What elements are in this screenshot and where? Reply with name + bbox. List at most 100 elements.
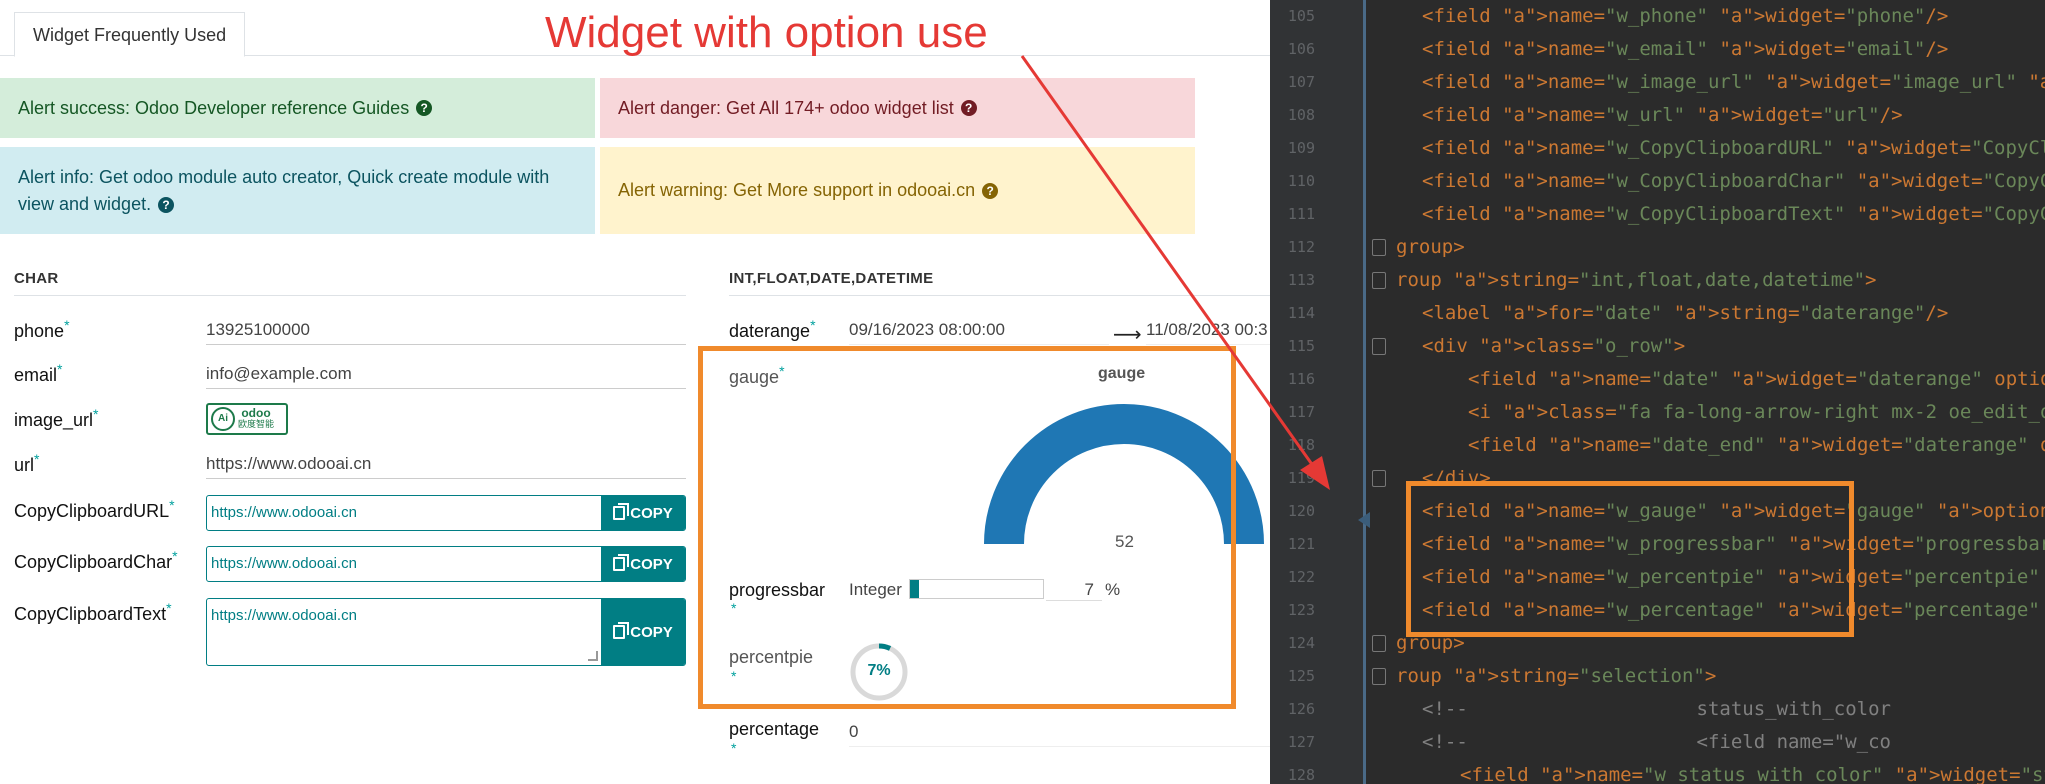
group-title-numeric: INT,FLOAT,DATE,DATETIME [729,270,1270,296]
fold-toggle-icon[interactable] [1372,338,1386,355]
question-circle-icon: ? [416,100,433,116]
line-number: 120 [1287,502,1315,520]
breakpoint-marker-icon [1358,512,1370,528]
code-line[interactable]: <div "a">class="o_row"> [1422,330,1685,363]
label-image-url: image_url* [14,406,99,430]
question-circle-icon: ? [982,182,999,199]
line-number: 108 [1287,106,1315,124]
label-percentage: percentage [729,719,820,739]
label-phone: phone* [14,317,70,341]
url-link[interactable]: https://www.odooai.cn [206,454,686,479]
copy-text-button[interactable]: COPY [601,599,685,665]
alert-warning-text[interactable]: Alert warning: Get More support in odooa… [618,177,975,204]
copy-text-field[interactable]: https://www.odooai.cn COPY [206,598,686,666]
alert-info[interactable]: Alert info: Get odoo module auto creator… [0,147,595,234]
alert-info-text-line2[interactable]: view and widget. [18,194,151,214]
copy-icon [613,554,630,571]
logo-text-bottom: 欧度智能 [238,419,275,429]
copy-text-value[interactable]: https://www.odooai.cn [207,599,601,665]
group-title-char: CHAR [14,270,686,296]
line-number: 105 [1287,7,1315,25]
code-line[interactable]: <!-- <field name="w_co [1422,726,1891,759]
textarea-resize-handle[interactable] [588,651,598,661]
fold-toggle-icon[interactable] [1372,239,1386,256]
fold-toggle-icon[interactable] [1372,470,1386,487]
code-line[interactable]: <field "a">name="w_phone" "a">widget="ph… [1422,0,1948,33]
line-number: 110 [1287,172,1315,190]
label-copy-clipboard-url: CopyClipboardURL* [14,497,175,521]
line-number: 125 [1287,667,1315,685]
line-number: 106 [1287,40,1315,58]
copy-icon [613,622,630,639]
question-circle-icon: ? [158,196,175,213]
fold-toggle-icon[interactable] [1372,635,1386,652]
logo-text-top: odoo [241,406,271,420]
copy-char-button[interactable]: COPY [601,547,685,581]
copy-url-value[interactable]: https://www.odooai.cn [207,496,601,530]
code-line[interactable]: <field "a">name="w_email" "a">widget="em… [1422,33,1948,66]
line-number: 118 [1287,436,1315,454]
daterange-start[interactable]: 09/16/2023 08:00:00 [849,320,1109,345]
alert-warning[interactable]: Alert warning: Get More support in odooa… [600,147,1195,234]
code-line[interactable]: <field "a">name="w_CopyClipboardChar" "a… [1422,165,2045,198]
code-line[interactable]: <field "a">name="date_end" "a">widget="d… [1468,429,2045,462]
line-number: 114 [1287,304,1315,322]
label-url: url* [14,451,40,475]
copy-icon [613,503,630,520]
highlight-box-code [1406,481,1854,637]
code-line[interactable]: <field "a">name="w_image_url" "a">widget… [1422,66,2045,99]
alert-danger-text[interactable]: Alert danger: Get All 174+ odoo widget l… [618,95,954,122]
code-line[interactable]: roup "a">string="selection"> [1396,660,1716,693]
code-editor: 105 <field "a">name="w_phone" "a">widget=… [1270,0,2045,784]
copy-char-field[interactable]: https://www.odooai.cn COPY [206,546,686,582]
code-line[interactable]: <field "a">name="w_url" "a">widget="url"… [1422,99,1903,132]
tab-widget-frequently-used[interactable]: Widget Frequently Used [14,12,246,57]
label-daterange: daterange* [729,317,816,341]
code-line[interactable]: <label "a">for="date" "a">string="datera… [1422,297,1948,330]
code-line[interactable]: <i "a">class="fa fa-long-arrow-right mx-… [1468,396,2045,429]
line-number: 124 [1287,634,1315,652]
long-arrow-right-icon: ⟶ [1113,324,1142,346]
code-line[interactable]: roup "a">string="int,float,date,datetime… [1396,264,1876,297]
gutter-divider [1363,0,1366,784]
line-number: 128 [1287,766,1315,784]
copy-char-value[interactable]: https://www.odooai.cn [207,547,601,581]
line-number: 117 [1287,403,1315,421]
line-number: 116 [1287,370,1315,388]
code-line[interactable]: <!-- status_with_color [1422,693,1891,726]
line-number: 115 [1287,337,1315,355]
code-line[interactable]: <field "a">name="w_status_with_color" "a… [1460,759,2045,784]
daterange-end[interactable]: 11/08/2023 00:3 [1146,320,1270,345]
logo-mark-icon: Ai [211,407,235,431]
email-field[interactable]: info@example.com [206,364,686,389]
line-number: 127 [1287,733,1315,751]
label-copy-clipboard-text: CopyClipboardText* [14,600,172,624]
copy-url-button[interactable]: COPY [601,496,685,530]
image-url-logo[interactable]: Ai odoo 欧度智能 [206,403,288,435]
highlight-box-widgets [698,346,1236,709]
copy-url-field[interactable]: https://www.odooai.cn COPY [206,495,686,531]
code-line[interactable]: <field "a">name="w_CopyClipboardURL" "a"… [1422,132,2045,165]
alert-danger[interactable]: Alert danger: Get All 174+ odoo widget l… [600,78,1195,138]
code-line[interactable]: group> [1396,231,1465,264]
line-number: 111 [1287,205,1315,223]
alert-info-text-line1[interactable]: Alert info: Get odoo module auto creator… [18,164,549,191]
fold-toggle-icon[interactable] [1372,668,1386,685]
percentage-field[interactable]: 0 [849,722,1270,747]
code-line[interactable]: <field "a">name="w_CopyClipboardText" "a… [1422,198,2045,231]
alert-success[interactable]: Alert success: Odoo Developer reference … [0,78,595,138]
alert-success-text[interactable]: Alert success: Odoo Developer reference … [18,95,409,122]
code-line[interactable]: <field "a">name="date" "a">widget="dater… [1468,363,2045,396]
percentage-required-mark: * [731,740,737,756]
fold-toggle-icon[interactable] [1372,272,1386,289]
label-email: email* [14,361,63,385]
phone-field[interactable]: 13925100000 [206,320,686,345]
annotation-title: Widget with option use [545,8,988,57]
line-number: 107 [1287,73,1315,91]
line-number: 112 [1287,238,1315,256]
line-number: 119 [1287,469,1315,487]
label-copy-clipboard-char: CopyClipboardChar* [14,548,178,572]
line-number: 123 [1287,601,1315,619]
line-number: 126 [1287,700,1315,718]
line-number: 121 [1287,535,1315,553]
